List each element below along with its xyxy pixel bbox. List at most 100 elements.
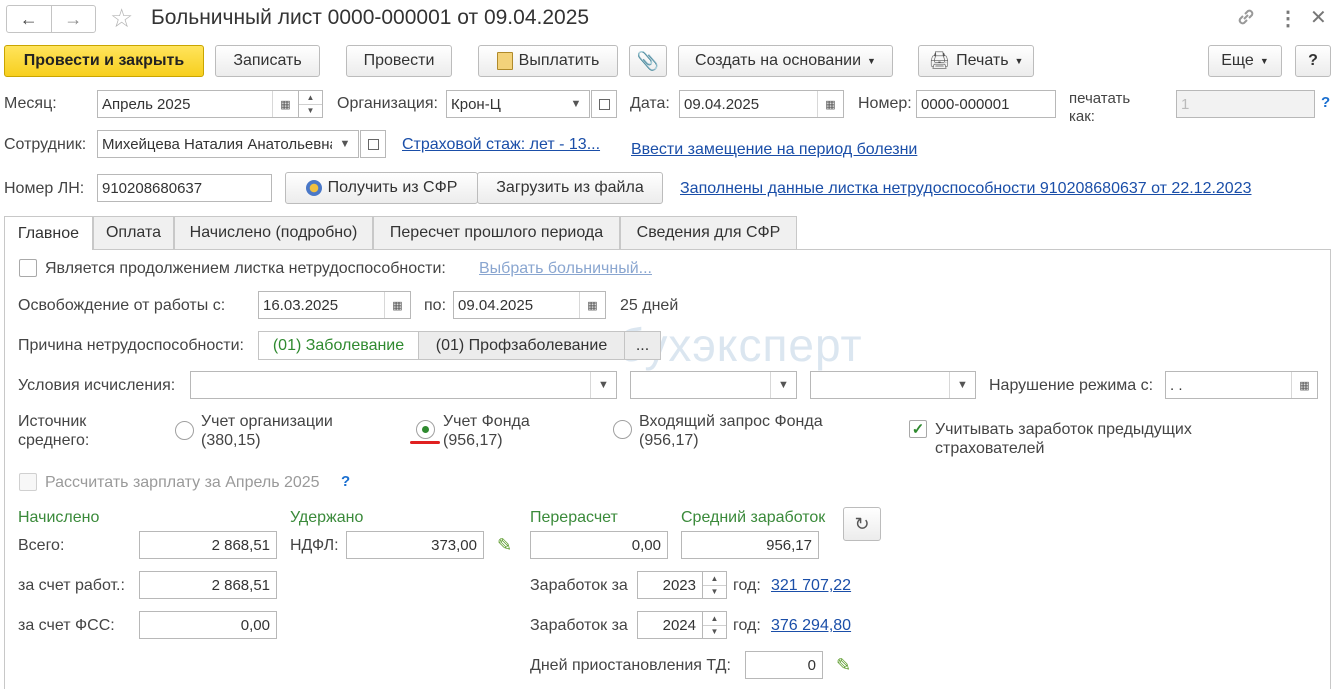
dropdown-arrow-icon[interactable]: ▼ xyxy=(590,372,616,398)
radio-fund-value: (956,17) xyxy=(443,432,503,449)
insurance-experience-link[interactable]: Страховой стаж: лет - 13... xyxy=(402,136,600,154)
reason-option-disease-label: (01) Заболевание xyxy=(272,336,405,354)
total-value: 2 868,51 xyxy=(211,536,270,554)
ln-number-field[interactable]: 910208680637 xyxy=(97,174,272,202)
refresh-button[interactable]: ↻ xyxy=(843,507,881,541)
violation-date-field[interactable]: . . ▦ xyxy=(1165,371,1318,399)
calendar-icon[interactable]: ▦ xyxy=(272,91,298,117)
link-icon[interactable] xyxy=(1235,6,1257,28)
paperclip-icon: 📎 xyxy=(636,50,660,71)
spin-down-icon[interactable]: ▼ xyxy=(703,586,726,599)
dropdown-arrow-icon[interactable]: ▼ xyxy=(770,372,796,398)
year1-field[interactable]: 2023 xyxy=(637,571,703,599)
ndfl-field[interactable]: 373,00 xyxy=(346,531,484,559)
employee-open-button[interactable] xyxy=(360,130,386,158)
favorite-star-icon[interactable]: ☆ xyxy=(110,3,133,33)
sfr-logo-icon xyxy=(305,180,322,196)
days-count: 25 дней xyxy=(620,297,679,314)
post-and-close-button[interactable]: Провести и закрыть xyxy=(4,45,204,77)
spin-down-icon[interactable]: ▼ xyxy=(703,626,726,639)
more-button[interactable]: Еще ▼ xyxy=(1208,45,1282,77)
post-button[interactable]: Провести xyxy=(346,45,452,77)
create-based-button[interactable]: Создать на основании ▼ xyxy=(678,45,893,77)
year1-stepper[interactable]: ▲ ▼ xyxy=(703,571,727,599)
employer-label: за счет работ.: xyxy=(18,577,125,594)
radio-fund-accounting[interactable] xyxy=(416,420,435,439)
avg-earnings-field[interactable]: 956,17 xyxy=(681,531,819,559)
calendar-icon[interactable]: ▦ xyxy=(817,91,843,117)
reason-more-button[interactable]: ... xyxy=(625,332,660,359)
year2-field[interactable]: 2024 xyxy=(637,611,703,639)
get-from-sfr-button[interactable]: Получить из СФР xyxy=(285,172,478,204)
number-field[interactable]: 0000-000001 xyxy=(916,90,1056,118)
help-button[interactable]: ? xyxy=(1295,45,1331,77)
month-stepper[interactable]: ▲ ▼ xyxy=(299,90,323,118)
release-to-field[interactable]: 09.04.2025 ▦ xyxy=(453,291,606,319)
prev-insurers-checkbox[interactable]: ✓ xyxy=(909,420,927,438)
calc-salary-help[interactable]: ? xyxy=(341,473,350,490)
spin-up-icon[interactable]: ▲ xyxy=(703,572,726,586)
dropdown-arrow-icon[interactable]: ▼ xyxy=(332,131,358,157)
arrow-right-icon: → xyxy=(64,8,83,29)
date-field[interactable]: 09.04.2025 ▦ xyxy=(679,90,844,118)
edit-pencil-icon[interactable]: ✎ xyxy=(836,655,851,676)
print-button[interactable]: 🖨 Печать ▼ xyxy=(918,45,1034,77)
print-as-field[interactable]: 1 xyxy=(1176,90,1315,118)
load-from-file-button[interactable]: Загрузить из файла xyxy=(477,172,663,204)
violation-date-value: . . xyxy=(1170,376,1183,394)
attach-button[interactable]: 📎 xyxy=(629,45,667,77)
close-icon[interactable]: ✕ xyxy=(1310,5,1327,30)
reason-option-prof[interactable]: (01) Профзаболевание xyxy=(419,332,625,359)
earnings-year1-link[interactable]: 321 707,22 xyxy=(771,577,851,595)
tab-accrued-detail[interactable]: Начислено (подробно) xyxy=(174,216,373,249)
month-value: Апрель 2025 xyxy=(102,95,191,113)
calendar-icon[interactable]: ▦ xyxy=(384,292,410,318)
fss-field[interactable]: 0,00 xyxy=(139,611,277,639)
radio-org-accounting[interactable] xyxy=(175,421,194,440)
dropdown-arrow-icon[interactable]: ▼ xyxy=(949,372,975,398)
release-from-field[interactable]: 16.03.2025 ▦ xyxy=(258,291,411,319)
pay-button[interactable]: Выплатить xyxy=(478,45,618,77)
ln-filled-link[interactable]: Заполнены данные листка нетрудоспособнос… xyxy=(680,180,1252,198)
employee-field[interactable]: Михейцева Наталия Анатольевна ▼ xyxy=(97,130,359,158)
spin-up-icon[interactable]: ▲ xyxy=(299,91,322,105)
conditions-field-2[interactable]: ▼ xyxy=(630,371,797,399)
number-value: 0000-000001 xyxy=(921,95,1010,113)
edit-pencil-icon[interactable]: ✎ xyxy=(497,535,512,556)
suspension-days-field[interactable]: 0 xyxy=(745,651,823,679)
forward-button[interactable]: → xyxy=(52,6,96,32)
kebab-menu-icon[interactable]: ⋮ xyxy=(1278,6,1298,31)
tab-main[interactable]: Главное xyxy=(4,216,93,250)
dropdown-arrow-icon[interactable]: ▼ xyxy=(563,91,589,117)
employer-field[interactable]: 2 868,51 xyxy=(139,571,277,599)
recalc-field[interactable]: 0,00 xyxy=(530,531,668,559)
conditions-field-1[interactable]: ▼ xyxy=(190,371,617,399)
spin-down-icon[interactable]: ▼ xyxy=(299,105,322,118)
continuation-checkbox[interactable] xyxy=(19,259,37,277)
calc-salary-checkbox[interactable] xyxy=(19,473,37,491)
reason-option-disease[interactable]: (01) Заболевание xyxy=(259,332,419,359)
substitution-link[interactable]: Ввести замещение на период болезни xyxy=(631,141,917,159)
month-field[interactable]: Апрель 2025 ▦ xyxy=(97,90,299,118)
calendar-icon[interactable]: ▦ xyxy=(579,292,605,318)
ndfl-value: 373,00 xyxy=(431,536,477,554)
earnings-year2-link[interactable]: 376 294,80 xyxy=(771,617,851,635)
prev-insurers-label: Учитывать заработок предыдущих страховат… xyxy=(935,420,1192,458)
total-field[interactable]: 2 868,51 xyxy=(139,531,277,559)
radio-fund-accounting-label: Учет Фонда (956,17) xyxy=(443,412,530,450)
spin-up-icon[interactable]: ▲ xyxy=(703,612,726,626)
tab-sfr-info[interactable]: Сведения для СФР xyxy=(620,216,797,249)
back-button[interactable]: ← xyxy=(7,6,52,32)
tab-main-label: Главное xyxy=(17,224,80,242)
tab-payment[interactable]: Оплата xyxy=(93,216,174,249)
conditions-field-3[interactable]: ▼ xyxy=(810,371,976,399)
radio-fund-request[interactable] xyxy=(613,420,632,439)
calendar-icon[interactable]: ▦ xyxy=(1291,372,1317,398)
tab-recalc-previous[interactable]: Пересчет прошлого периода xyxy=(373,216,620,249)
org-open-button[interactable] xyxy=(591,90,617,118)
save-button[interactable]: Записать xyxy=(215,45,320,77)
year2-stepper[interactable]: ▲ ▼ xyxy=(703,611,727,639)
print-as-help[interactable]: ? xyxy=(1321,94,1330,111)
org-field[interactable]: Крон-Ц ▼ xyxy=(446,90,590,118)
choose-sick-leave-link[interactable]: Выбрать больничный... xyxy=(479,260,652,278)
